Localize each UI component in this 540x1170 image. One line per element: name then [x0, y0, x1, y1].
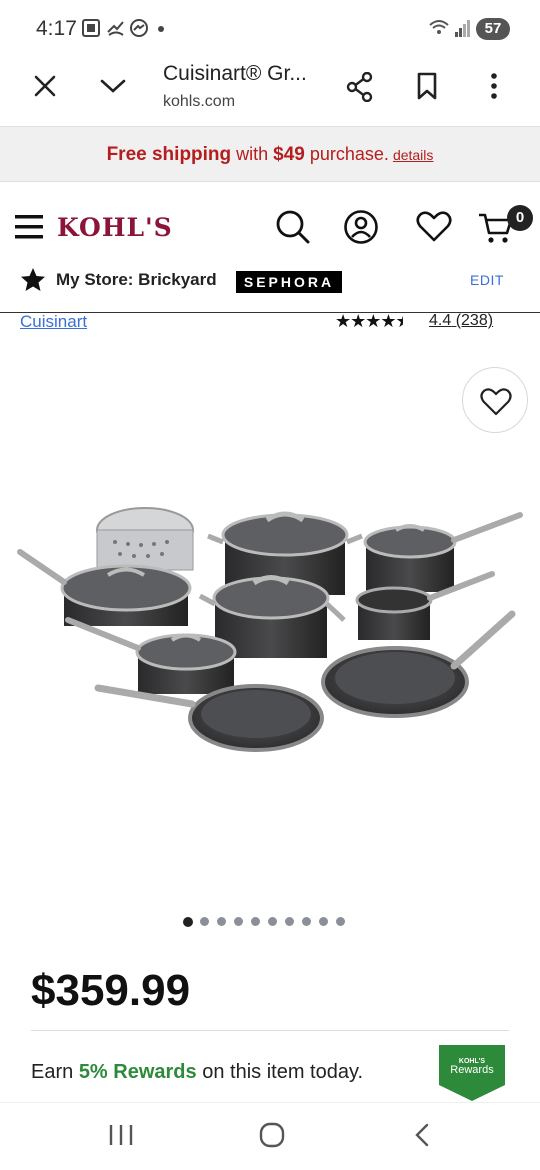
rating-stars-full: ★★★★: [335, 311, 397, 331]
promo-middle: with: [231, 144, 274, 164]
system-nav-bar: [0, 1102, 540, 1170]
carousel-dot[interactable]: [217, 917, 226, 926]
messenger-icon: [130, 19, 148, 37]
rating-stars: ★★★★★: [335, 311, 403, 332]
rating-value: 4.4: [429, 312, 452, 329]
favorite-button[interactable]: [462, 367, 528, 433]
promo-tail: purchase.: [304, 144, 389, 164]
carousel-dot[interactable]: [268, 917, 277, 926]
more-vert-icon[interactable]: [488, 72, 500, 100]
carousel-dot[interactable]: [302, 917, 311, 926]
heart-icon: [480, 388, 512, 416]
edit-store-link[interactable]: EDIT: [470, 272, 504, 288]
rewards-badge-bottom: Rewards: [450, 1064, 494, 1076]
brand-link[interactable]: Cuisinart: [20, 312, 87, 332]
carousel-dot[interactable]: [251, 917, 260, 926]
screenshot-icon: [82, 19, 100, 37]
carousel-dot[interactable]: [285, 917, 294, 926]
close-icon[interactable]: [33, 74, 57, 98]
status-bar: 4:17 57: [0, 0, 540, 60]
account-icon[interactable]: [343, 209, 379, 245]
store-bar: My Store: Brickyard SEPHORA EDIT: [0, 263, 540, 303]
saucepan-covered: [65, 617, 237, 694]
earn-prefix: Earn: [31, 1061, 79, 1083]
page-title[interactable]: Cuisinart® Gr...: [163, 62, 307, 86]
back-icon[interactable]: [412, 1122, 432, 1148]
skillet-small: [94, 684, 324, 752]
product-price: $359.99: [31, 966, 191, 1015]
battery-indicator: 57: [476, 18, 510, 40]
rating-link[interactable]: 4.4 (238): [429, 312, 493, 330]
bookmark-icon[interactable]: [416, 72, 438, 100]
rewards-earn-text: Earn 5% Rewards on this item today.: [31, 1061, 363, 1084]
cart-count-badge: 0: [507, 205, 533, 231]
earn-rewards-bold: 5% Rewards: [78, 1061, 197, 1083]
steamer-insert: [96, 507, 194, 571]
promo-lead: Free shipping: [106, 144, 232, 165]
site-header: KOHL'S 0 My Store: Brickyard SEPHORA EDI…: [0, 183, 540, 313]
signal-icon: [455, 20, 470, 37]
status-time: 4:17: [36, 17, 77, 40]
chevron-down-icon[interactable]: [99, 76, 127, 96]
kohls-logo[interactable]: KOHL'S: [57, 213, 173, 242]
carousel-dot[interactable]: [183, 917, 193, 927]
saucepan-large: [363, 512, 523, 592]
carousel-dot[interactable]: [336, 917, 345, 926]
sephora-logo[interactable]: SEPHORA: [236, 271, 342, 293]
free-shipping-banner: Free shipping with $49 purchase. details: [0, 126, 540, 182]
promo-amount: $49: [273, 144, 305, 165]
dot-icon: [158, 26, 164, 32]
kohls-rewards-badge[interactable]: KOHL'S Rewards: [439, 1045, 505, 1101]
share-icon[interactable]: [346, 72, 374, 102]
product-image[interactable]: [10, 470, 530, 770]
review-count: (238): [455, 312, 494, 329]
carousel-dot[interactable]: [234, 917, 243, 926]
star-icon: [21, 268, 45, 291]
earn-suffix: on this item today.: [196, 1061, 364, 1083]
menu-icon[interactable]: [14, 212, 44, 242]
browser-toolbar: Cuisinart® Gr... kohls.com: [0, 60, 540, 126]
my-store-label[interactable]: My Store: Brickyard: [56, 270, 217, 290]
wishlist-heart-icon[interactable]: [416, 211, 452, 243]
search-icon[interactable]: [275, 209, 311, 245]
page-url[interactable]: kohls.com: [163, 93, 235, 111]
wifi-icon: [429, 20, 449, 34]
home-icon[interactable]: [258, 1122, 286, 1148]
rating-star-partial: ★: [396, 311, 403, 332]
promo-details-link[interactable]: details: [393, 147, 433, 163]
divider: [31, 1030, 509, 1031]
carousel-dot[interactable]: [319, 917, 328, 926]
missed-call-icon: [107, 21, 124, 36]
recent-apps-icon[interactable]: [108, 1123, 134, 1147]
carousel-dot[interactable]: [200, 917, 209, 926]
